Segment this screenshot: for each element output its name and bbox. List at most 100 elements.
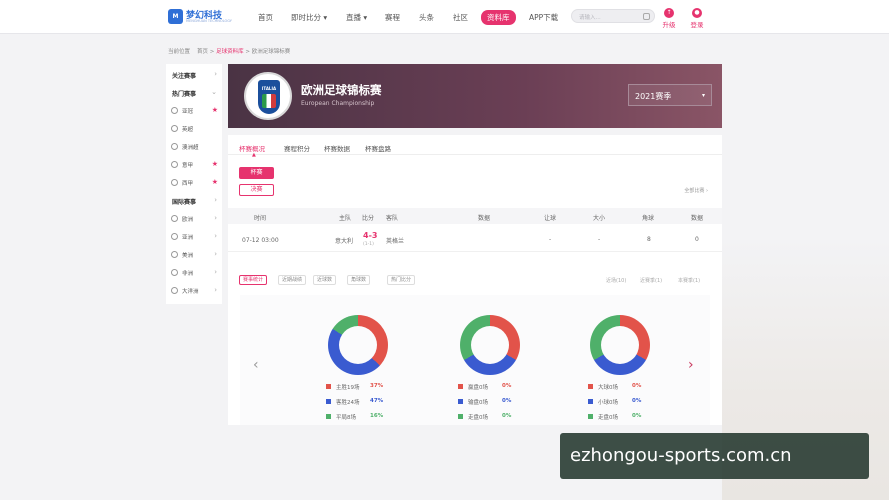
- range-this-season[interactable]: 本赛季(1): [678, 277, 700, 284]
- star-icon[interactable]: ★: [212, 160, 218, 168]
- match-score[interactable]: 4-3: [363, 231, 377, 240]
- filter-corners[interactable]: 角球数: [347, 275, 371, 285]
- tab-schedule-standings[interactable]: 赛程积分: [284, 143, 310, 153]
- handicap-value: -: [549, 236, 552, 243]
- range-recent[interactable]: 近场(10): [606, 277, 626, 284]
- sidebar-item-label: 意甲: [182, 163, 194, 169]
- nav-live-stream[interactable]: 直播 ▾: [346, 12, 367, 23]
- legend-percent: 16%: [370, 413, 384, 419]
- col-time: 时间: [254, 215, 267, 222]
- badge-text: ITALIA: [261, 86, 277, 91]
- sidebar-item[interactable]: 亚冠 ★: [166, 102, 222, 119]
- logo-mark-icon: M: [168, 9, 183, 24]
- league-icon: [171, 287, 178, 294]
- watermark-text: ezhongou-sports.com.cn: [570, 445, 792, 466]
- legend-swatch: [588, 384, 593, 389]
- legend-label: 平局8场: [336, 415, 356, 421]
- legend-percent: 47%: [370, 398, 384, 404]
- nav-home[interactable]: 首页: [258, 12, 273, 23]
- sidebar-item-label: 亚洲: [182, 235, 194, 241]
- legend-percent: 37%: [370, 383, 384, 389]
- nav-database[interactable]: 资料库: [481, 10, 516, 25]
- sidebar-item[interactable]: 热门赛事 ⌄: [166, 84, 222, 101]
- range-last-season[interactable]: 近赛季(1): [640, 277, 662, 284]
- site-logo[interactable]: M 梦幻科技 MENGHUAN TECHNOLOGY: [168, 8, 232, 26]
- sidebar-item[interactable]: 国际赛事 ›: [166, 192, 222, 209]
- filter-event-stats[interactable]: 赛事统计: [239, 275, 268, 285]
- nav-headlines[interactable]: 头条: [419, 12, 434, 23]
- sidebar-item-label: 关注赛事: [172, 73, 197, 80]
- sidebar-item[interactable]: 美洲 ›: [166, 246, 222, 263]
- filter-hot-scores[interactable]: 热门比分: [387, 275, 416, 285]
- chevron-right-icon[interactable]: ›: [688, 357, 694, 373]
- away-team[interactable]: 英格兰: [386, 236, 404, 245]
- sidebar-item[interactable]: 大洋洲 ›: [166, 282, 222, 299]
- nav-schedule[interactable]: 赛程: [385, 12, 400, 23]
- breadcrumb-section[interactable]: 足球资料库: [216, 49, 244, 55]
- star-icon[interactable]: ★: [212, 178, 218, 186]
- breadcrumb-home[interactable]: 首页: [197, 49, 208, 55]
- italy-crest-icon: ITALIA: [258, 80, 280, 114]
- active-tab-indicator: ▲: [252, 152, 256, 158]
- tab-cup-data[interactable]: 杯赛数据: [324, 143, 350, 153]
- col-data-2: 数据: [691, 215, 704, 222]
- sidebar-item[interactable]: 澳洲超: [166, 138, 222, 155]
- chevron-left-icon[interactable]: ‹: [253, 357, 259, 373]
- season-select[interactable]: 2021赛季 ▾: [628, 84, 712, 106]
- nav-community[interactable]: 社区: [453, 12, 468, 23]
- col-score: 比分: [362, 215, 375, 222]
- col-away: 客队: [386, 215, 399, 222]
- sidebar-item[interactable]: 非洲 ›: [166, 264, 222, 281]
- all-matches-link[interactable]: 全部比赛 ›: [684, 187, 708, 194]
- legend-label: 主胜19场: [336, 385, 360, 391]
- col-home: 主队: [339, 215, 352, 222]
- breadcrumb-prefix: 当前位置: [168, 49, 191, 55]
- league-icon: [171, 251, 178, 258]
- tab-cup-handicap[interactable]: 杯赛盘路: [365, 143, 391, 153]
- legend-swatch: [326, 399, 331, 404]
- match-time: 07-12 03:00: [242, 237, 279, 244]
- filter-recent-record[interactable]: 近期战绩: [278, 275, 307, 285]
- sidebar-item[interactable]: 西甲 ★: [166, 174, 222, 191]
- legend-swatch: [458, 399, 463, 404]
- legend-label: 小球0场: [598, 400, 618, 406]
- login-button[interactable]: ● 登录: [686, 8, 708, 29]
- legend-label: 大球0场: [598, 385, 618, 391]
- sidebar: 关注赛事 › 热门赛事 ⌄ 亚冠 ★ 英超 澳洲超 意甲 ★ 西甲 ★ 国际赛事 › 欧洲 › 亚洲 › 美洲 › 非洲…: [166, 64, 222, 304]
- col-corners: 角球: [642, 215, 655, 222]
- star-icon[interactable]: ★: [212, 106, 218, 114]
- chevron-down-icon: ▾: [701, 92, 705, 99]
- match-table-header: 时间 主队 比分 客队 数据 让球 大小 角球 数据: [228, 208, 722, 224]
- legend-swatch: [326, 384, 331, 389]
- sidebar-item-label: 国际赛事: [172, 199, 197, 206]
- watermark: ezhongou-sports.com.cn: [560, 433, 869, 479]
- home-team[interactable]: 意大利: [335, 236, 353, 245]
- stage-final-button[interactable]: 决赛: [239, 184, 274, 196]
- chevron-icon: ›: [214, 70, 217, 78]
- table-row[interactable]: 07-12 03:00 意大利 4-3 (1-1) 英格兰 - - 8 0: [228, 228, 722, 252]
- sidebar-item[interactable]: 欧洲 ›: [166, 210, 222, 227]
- legend-percent: 0%: [502, 383, 512, 389]
- competition-title: 欧洲足球锦标赛: [301, 83, 382, 97]
- sidebar-item[interactable]: 关注赛事 ›: [166, 66, 222, 83]
- login-label: 登录: [690, 21, 704, 29]
- nav-app-download[interactable]: APP下载: [529, 12, 558, 23]
- league-icon: [171, 215, 178, 222]
- legend-swatch: [588, 399, 593, 404]
- sidebar-item[interactable]: 英超: [166, 120, 222, 137]
- sidebar-item-label: 欧洲: [182, 217, 194, 223]
- donut-chart: [460, 315, 520, 375]
- sidebar-item-label: 大洋洲: [182, 289, 199, 295]
- stage-cup-button[interactable]: 杯赛: [239, 167, 274, 179]
- search-icon[interactable]: [643, 13, 650, 20]
- legend-percent: 0%: [632, 413, 642, 419]
- sidebar-item[interactable]: 意甲 ★: [166, 156, 222, 173]
- filter-goals[interactable]: 近球数: [313, 275, 337, 285]
- sidebar-item-label: 热门赛事: [172, 91, 197, 98]
- nav-live-scores[interactable]: 即时比分 ▾: [291, 12, 327, 23]
- legend-swatch: [588, 414, 593, 419]
- upgrade-button[interactable]: ↑ 升级: [658, 8, 680, 29]
- chevron-icon: ›: [214, 286, 217, 294]
- sidebar-item[interactable]: 亚洲 ›: [166, 228, 222, 245]
- search-input[interactable]: 请输入...: [571, 9, 655, 23]
